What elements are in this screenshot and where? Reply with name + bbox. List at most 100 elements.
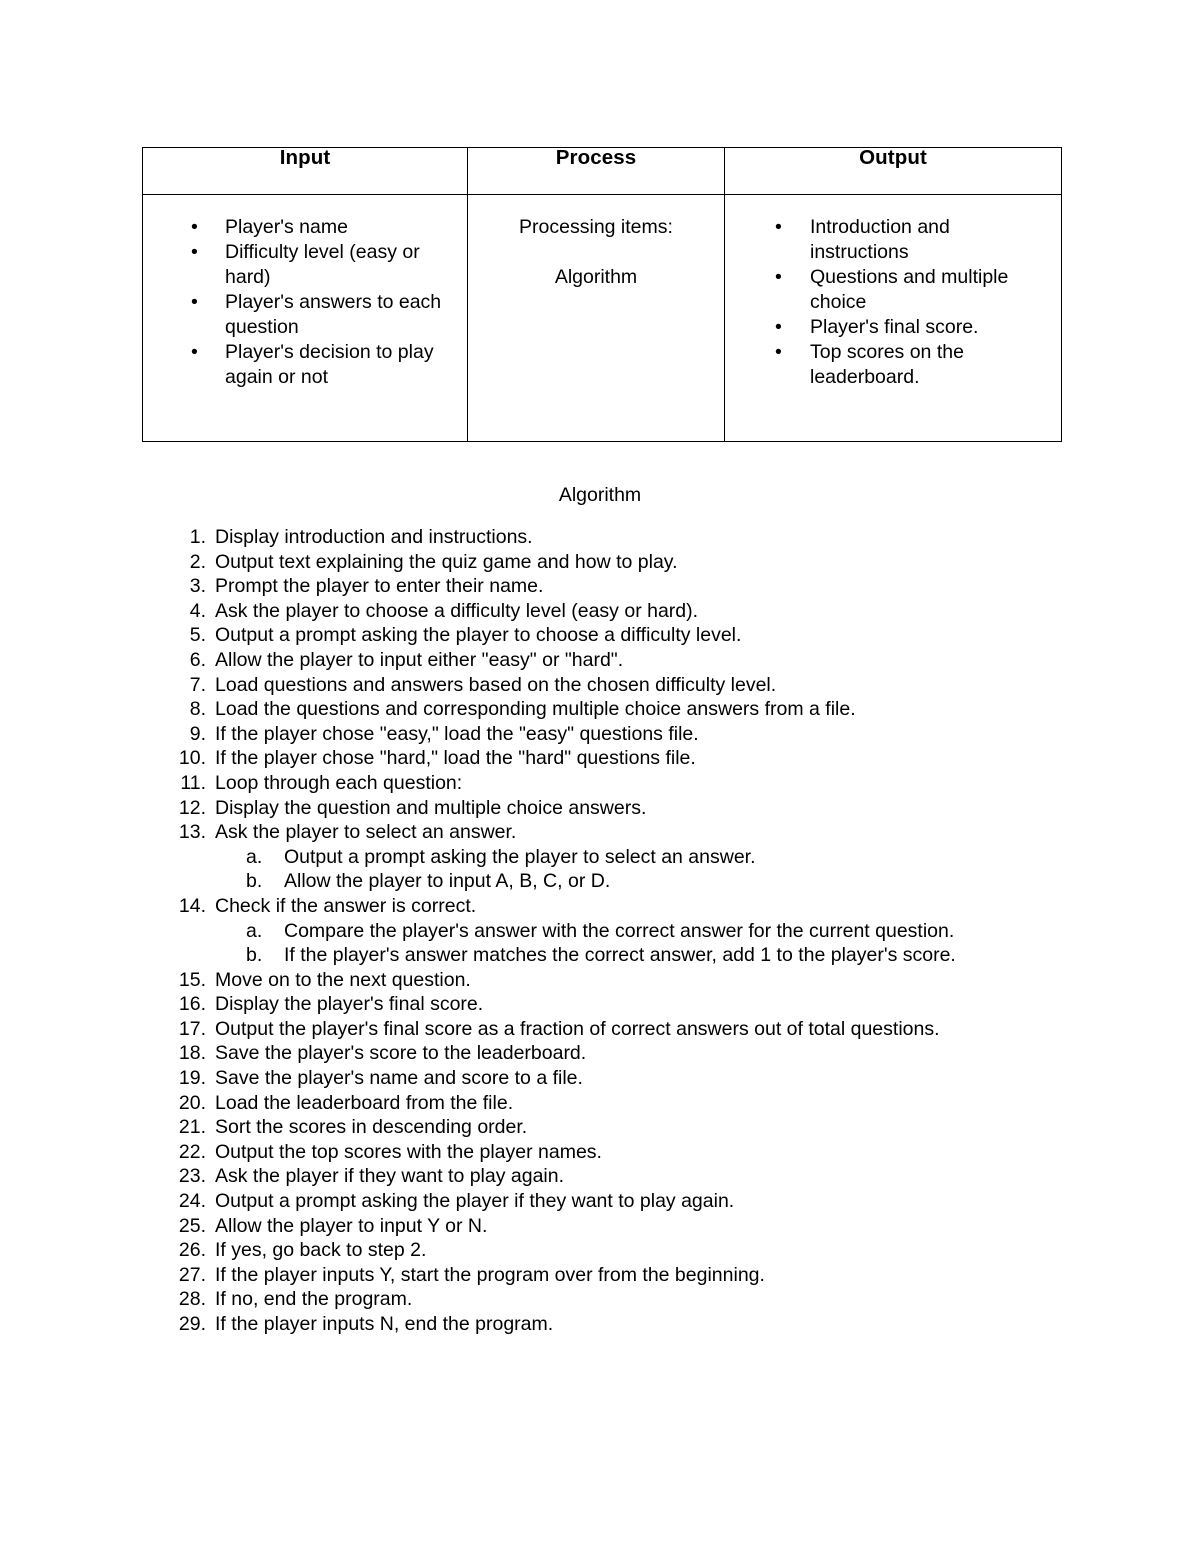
algorithm-substep: b. If the player's answer matches the co… [168, 943, 1068, 968]
algorithm-step: 8. Load the questions and corresponding … [168, 697, 1068, 722]
step-number: 26. [178, 1239, 206, 1262]
step-number: 11. [180, 771, 206, 794]
step-text: Output a prompt asking the player if the… [215, 1190, 735, 1213]
step-number: 27. [178, 1263, 206, 1286]
step-number: 4. [189, 599, 206, 622]
step-number: 9. [189, 722, 206, 745]
algorithm-step: 1. Display introduction and instructions… [168, 525, 1068, 550]
list-item: • Player's final score. [725, 315, 1061, 340]
step-text: Prompt the player to enter their name. [215, 575, 544, 598]
algorithm-step: 29. If the player inputs N, end the prog… [168, 1312, 1068, 1337]
algorithm-step: 25. Allow the player to input Y or N. [168, 1214, 1068, 1239]
algorithm-step: 18. Save the player's score to the leade… [168, 1041, 1068, 1066]
table-header-cell-output: Output [724, 146, 1062, 195]
step-text: If the player chose "easy," load the "ea… [215, 722, 699, 745]
list-item: • Questions and multiple choice [725, 265, 1061, 315]
step-number: 6. [189, 648, 206, 671]
step-text: Ask the player to select an answer. [215, 821, 517, 844]
list-item: • Introduction and instructions [725, 215, 1061, 265]
step-number: 29. [178, 1313, 206, 1335]
step-number: 16. [178, 993, 206, 1016]
algorithm-steps-list: 1. Display introduction and instructions… [168, 525, 1068, 1337]
step-text: Display introduction and instructions. [215, 526, 533, 548]
bullet-icon: • [191, 341, 198, 363]
table-cell-input: • Player's name • Difficulty level (easy… [142, 194, 468, 442]
step-number: 10. [178, 747, 206, 770]
substep-number: b. [246, 870, 263, 893]
algorithm-step: 16. Display the player's final score. [168, 992, 1068, 1017]
list-item: • Difficulty level (easy or hard) [143, 240, 467, 290]
algorithm-step: 5. Output a prompt asking the player to … [168, 623, 1068, 648]
step-number: 15. [178, 968, 206, 991]
list-item: • Player's answers to each question [143, 290, 467, 340]
step-text: Loop through each question: [215, 771, 463, 794]
step-number: 14. [178, 894, 206, 917]
algorithm-step: 24. Output a prompt asking the player if… [168, 1189, 1068, 1214]
step-number: 22. [178, 1140, 206, 1163]
step-number: 19. [178, 1067, 206, 1090]
step-number: 2. [189, 550, 206, 573]
algorithm-step: 20. Load the leaderboard from the file. [168, 1091, 1068, 1116]
algorithm-step: 23. Ask the player if they want to play … [168, 1164, 1068, 1189]
algorithm-step: 15. Move on to the next question. [168, 968, 1068, 993]
algorithm-step: 22. Output the top scores with the playe… [168, 1140, 1068, 1165]
substep-number: b. [246, 944, 263, 967]
algorithm-step: 3. Prompt the player to enter their name… [168, 574, 1068, 599]
step-number: 20. [178, 1091, 206, 1114]
bullet-icon: • [191, 241, 198, 263]
column-header-input: Input [279, 146, 331, 169]
output-items-list: • Introduction and instructions • Questi… [725, 195, 1061, 390]
step-number: 17. [178, 1017, 206, 1040]
list-item-label: Player's answers to each question [225, 291, 442, 338]
column-header-process: Process [555, 146, 637, 169]
step-text: Ask the player to choose a difficulty le… [215, 599, 699, 622]
bullet-icon: • [775, 316, 782, 338]
algorithm-step: 9. If the player chose "easy," load the … [168, 722, 1068, 747]
process-spacer [468, 240, 724, 265]
step-number: 13. [178, 821, 206, 844]
step-number: 7. [189, 673, 206, 696]
step-number: 21. [178, 1116, 206, 1139]
process-line-label: Processing items: [519, 216, 673, 238]
input-process-output-table: Input Process Output • Player's name • D… [142, 147, 1062, 442]
table-cell-output: • Introduction and instructions • Questi… [724, 194, 1062, 442]
step-text: Move on to the next question. [215, 968, 471, 991]
step-text: Output the top scores with the player na… [215, 1140, 602, 1163]
algorithm-step: 10. If the player chose "hard," load the… [168, 746, 1068, 771]
step-number: 24. [178, 1190, 206, 1213]
algorithm-step: 26. If yes, go back to step 2. [168, 1238, 1068, 1263]
step-text: Save the player's name and score to a fi… [215, 1067, 583, 1090]
step-text: Allow the player to input either "easy" … [215, 648, 624, 671]
algorithm-heading: Algorithm [558, 484, 642, 506]
process-algorithm-label: Algorithm [554, 266, 638, 288]
substep-number: a. [246, 919, 263, 942]
input-items-list: • Player's name • Difficulty level (easy… [143, 195, 467, 390]
column-header-output: Output [859, 146, 927, 169]
algorithm-step: 12. Display the question and multiple ch… [168, 796, 1068, 821]
substep-text: Output a prompt asking the player to sel… [284, 845, 756, 868]
substep-text: Compare the player's answer with the cor… [284, 919, 955, 942]
step-text: Sort the scores in descending order. [215, 1116, 528, 1139]
step-number: 28. [178, 1288, 206, 1311]
step-text: Output text explaining the quiz game and… [215, 550, 678, 573]
substep-text: Allow the player to input A, B, C, or D. [284, 870, 611, 893]
ipo-table-container: Input Process Output • Player's name • D… [142, 147, 1062, 442]
step-text: Load the questions and corresponding mul… [215, 698, 856, 721]
step-text: Display the question and multiple choice… [215, 796, 647, 819]
list-item-label: Difficulty level (easy or hard) [225, 241, 420, 288]
list-item-label: Player's name [225, 216, 348, 238]
algorithm-step: 17. Output the player's final score as a… [168, 1017, 1068, 1042]
list-item: • Player's decision to play again or not [143, 340, 467, 390]
step-text: If the player chose "hard," load the "ha… [215, 747, 696, 770]
bullet-icon: • [775, 266, 782, 288]
table-header-cell-input: Input [142, 146, 468, 195]
algorithm-step: 6. Allow the player to input either "eas… [168, 648, 1068, 673]
step-text: Check if the answer is correct. [215, 894, 477, 917]
algorithm-step: 21. Sort the scores in descending order. [168, 1115, 1068, 1140]
algorithm-step: 2. Output text explaining the quiz game … [168, 550, 1068, 575]
algorithm-substep: b. Allow the player to input A, B, C, or… [168, 869, 1068, 894]
list-item-label: Introduction and instructions [810, 216, 950, 263]
step-number: 12. [178, 796, 206, 819]
step-text: If no, end the program. [215, 1288, 413, 1311]
algorithm-step: 27. If the player inputs Y, start the pr… [168, 1263, 1068, 1288]
